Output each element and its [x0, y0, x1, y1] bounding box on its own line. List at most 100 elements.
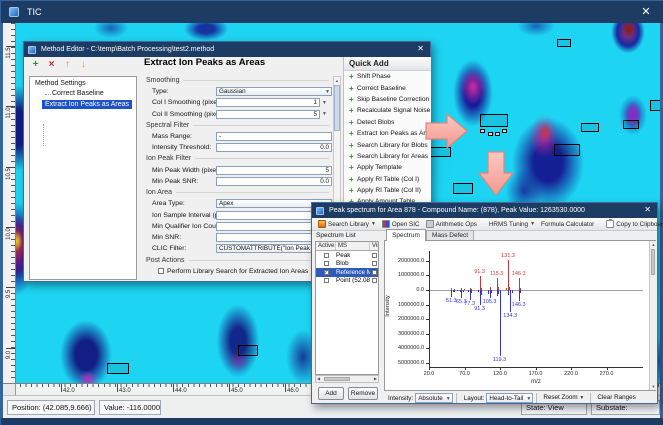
main-window-titlebar[interactable]: TIC ✕	[1, 1, 663, 23]
combo-type[interactable]: Gaussian ▼	[216, 87, 332, 97]
quick-add-item[interactable]: + Correct Baseline	[344, 82, 431, 93]
plot-vscrollbar[interactable]: ▲ ▼	[649, 241, 656, 390]
scroll-left-icon[interactable]: ◀	[317, 376, 320, 381]
x-tickmark	[500, 367, 501, 370]
reset-zoom-button[interactable]: Reset Zoom ▼	[540, 393, 587, 403]
tree-item-correct-baseline[interactable]: Correct Baseline	[42, 89, 107, 98]
tree-item-extract-ion-peaks[interactable]: Extract Ion Peaks as Areas	[42, 100, 133, 109]
quick-add-item[interactable]: + Skip Baseline Correction	[344, 94, 431, 105]
open-sic-button[interactable]: Open SIC	[379, 219, 423, 230]
vis-cell	[370, 261, 378, 267]
selection-handle[interactable]	[480, 129, 485, 133]
blob-outline[interactable]	[554, 144, 580, 156]
quick-add-item[interactable]: + Recalculate Signal Noise	[344, 105, 431, 116]
library-search-checkbox[interactable]	[158, 268, 164, 275]
quick-add-item[interactable]: + Detect Blobs	[344, 117, 431, 128]
close-icon[interactable]: ✕	[638, 5, 654, 18]
x-tickmark	[606, 367, 608, 370]
spectrum-stem	[508, 260, 509, 290]
blob-outline[interactable]	[557, 39, 571, 47]
chevron-down-icon[interactable]: ▼	[322, 111, 327, 117]
active-checkbox[interactable]	[323, 252, 329, 258]
active-checkbox[interactable]	[323, 269, 329, 276]
active-checkbox[interactable]	[323, 261, 329, 267]
tab-spectrum[interactable]: Spectrum	[386, 229, 426, 241]
blob-outline[interactable]	[623, 120, 639, 129]
field-label: Col I Smoothing (pixels):	[152, 99, 216, 107]
close-icon[interactable]: ✕	[644, 205, 651, 214]
blob-outline[interactable]	[480, 114, 508, 127]
ruler-label: 43.0	[119, 388, 131, 394]
search-library-button[interactable]: Search Library ▼	[315, 219, 379, 230]
formula-calculator-button[interactable]: Formula Calculator	[538, 219, 597, 230]
quick-add-item[interactable]: + Shift Phase	[344, 71, 431, 82]
spin-input[interactable]: 1	[216, 98, 320, 108]
spectrum-list-row[interactable]: Reference MS	[316, 268, 378, 277]
tree-root-method-settings[interactable]: Method Settings	[30, 77, 136, 87]
move-up-button[interactable]: ↑	[62, 59, 73, 71]
scrollbar-thumb[interactable]	[324, 377, 350, 381]
spectrum-stem	[471, 290, 473, 294]
spin-input[interactable]: 5	[216, 109, 320, 119]
quick-add-header: Quick Add	[344, 57, 431, 71]
blob-outline[interactable]	[581, 123, 599, 132]
scroll-down-icon[interactable]: ▼	[650, 384, 657, 389]
arithmetic-ops-button[interactable]: Arithmetic Ops	[423, 219, 480, 230]
intensity-select[interactable]: Absolute ▼	[415, 393, 453, 403]
add-step-button[interactable]: +	[30, 59, 41, 71]
x-tick-label: 220.0	[564, 371, 578, 377]
remove-spectrum-button[interactable]: Remove	[348, 387, 378, 400]
quick-add-item[interactable]: + Search Library for Blobs	[344, 139, 431, 150]
blob-outline[interactable]	[238, 345, 258, 356]
vis-checkbox[interactable]	[372, 278, 377, 284]
vis-checkbox[interactable]	[372, 269, 377, 275]
move-down-button[interactable]: ↓	[78, 59, 89, 71]
spin-input[interactable]: 1	[216, 210, 320, 220]
x-tickmark	[464, 367, 466, 370]
quick-add-item[interactable]: + Apply RI Table (Col I)	[344, 174, 431, 185]
vis-checkbox[interactable]	[372, 261, 377, 267]
chevron-down-icon[interactable]: ▼	[322, 100, 327, 106]
ruler-label: 44.0	[175, 388, 187, 394]
selection-handle[interactable]	[502, 129, 507, 133]
active-checkbox[interactable]	[323, 278, 329, 284]
form-row: Col I Smoothing (pixels):1▼	[142, 97, 332, 108]
scroll-up-icon[interactable]: ▲	[650, 242, 657, 247]
close-icon[interactable]: ✕	[417, 44, 424, 53]
quick-add-item[interactable]: + Extract Ion Peaks as Areas	[344, 128, 436, 139]
quick-add-item[interactable]: + Apply RI Table (Col II)	[344, 185, 431, 196]
text-input[interactable]: 5	[216, 165, 332, 175]
blob-outline[interactable]	[107, 363, 129, 374]
spin-input[interactable]: 1	[216, 221, 320, 231]
text-input[interactable]: 0.0	[216, 143, 332, 153]
clear-ranges-button[interactable]: Clear Ranges	[594, 393, 639, 403]
hrms-tuning-button[interactable]: HRMS Tuning ▼	[486, 219, 538, 230]
copy-to-clipboard-button[interactable]: Copy to Clipboard	[603, 219, 663, 230]
spectrum-list-row[interactable]: Blob	[316, 260, 378, 269]
scroll-up-icon[interactable]: ▲	[334, 78, 340, 83]
spectrum-list-row[interactable]: Peak	[316, 251, 378, 260]
spectrum-list-title: Spectrum List	[316, 232, 356, 239]
layout-select[interactable]: Head-to-Tail ▼	[486, 393, 534, 403]
section-header: Ion Peak Filter	[142, 153, 332, 164]
blob-outline[interactable]	[453, 183, 473, 194]
spectrum-list-row[interactable]: Point (52.085...	[316, 277, 378, 286]
plus-icon: +	[349, 83, 354, 93]
spectrum-plot-panel[interactable]: 2000000.0 1000000.0 0.0 1000000.0 2000000.0 3…	[384, 240, 656, 391]
vis-checkbox[interactable]	[372, 252, 377, 258]
spectrum-list-header: Active MS Vis	[316, 242, 378, 251]
delete-step-button[interactable]: ×	[46, 59, 57, 71]
peak-spectrum-titlebar[interactable]: Peak spectrum for Area 878 - Compound Na…	[312, 203, 657, 218]
method-editor-titlebar[interactable]: Method Editor - C:\temp\Batch Processing…	[24, 42, 430, 57]
selection-handle[interactable]	[495, 132, 500, 136]
selection-handle[interactable]	[488, 132, 493, 136]
scrollbar-thumb[interactable]	[334, 85, 340, 131]
scroll-right-icon[interactable]: ▶	[374, 376, 377, 381]
text-input[interactable]: 0.0	[216, 176, 332, 186]
add-spectrum-button[interactable]: Add	[318, 387, 344, 400]
quick-add-item[interactable]: + Apply Template	[344, 162, 431, 173]
spectrum-list-hscrollbar[interactable]: ◀ ▶	[315, 375, 379, 383]
quick-add-item[interactable]: + Search Library for Areas	[344, 151, 431, 162]
text-input[interactable]: -	[216, 132, 332, 142]
scrollbar-thumb[interactable]	[651, 249, 655, 275]
